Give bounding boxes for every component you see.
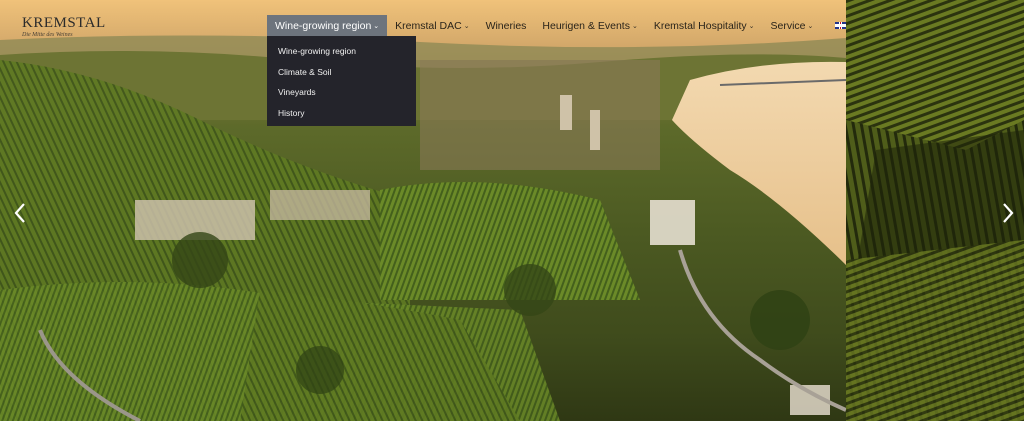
nav-item-label: Kremstal DAC	[395, 19, 462, 32]
nav-item-label: Wine-growing region	[275, 19, 372, 32]
dropdown-item-vineyards[interactable]: Vineyards	[267, 82, 416, 103]
chevron-down-icon: ⌄	[373, 22, 380, 30]
uk-flag-icon[interactable]	[835, 22, 847, 29]
nav-item-kremstal-dac[interactable]: Kremstal DAC ⌄	[387, 15, 477, 36]
nav-item-wine-growing-region[interactable]: Wine-growing region ⌄	[267, 15, 388, 36]
chevron-right-icon	[1003, 203, 1014, 223]
hero-landscape-illustration	[0, 0, 846, 421]
dropdown-item-wine-growing-region[interactable]: Wine-growing region	[267, 41, 416, 62]
nav-item-label: Kremstal Hospitality	[653, 19, 747, 32]
nav-dropdown-menu: Wine-growing region Climate & Soil Viney…	[267, 36, 416, 126]
dropdown-item-climate-soil[interactable]: Climate & Soil	[267, 62, 416, 83]
brand-tagline: Die Mitte des Weines	[22, 32, 73, 38]
slider-prev-button[interactable]	[8, 198, 32, 228]
main-nav: Wine-growing region ⌄ Kremstal DAC ⌄ Win…	[267, 15, 847, 36]
hero-image	[0, 0, 846, 421]
nav-item-label: Heurigen & Events	[542, 19, 630, 32]
nav-item-kremstal-hospitality[interactable]: Kremstal Hospitality ⌄	[646, 15, 763, 36]
chevron-down-icon: ⌄	[631, 22, 638, 30]
chevron-down-icon: ⌄	[807, 22, 814, 30]
nav-item-wineries[interactable]: Wineries	[478, 15, 535, 36]
slider-next-button[interactable]	[996, 198, 1020, 228]
nav-item-heurigen-events[interactable]: Heurigen & Events ⌄	[534, 15, 645, 36]
nav-item-service[interactable]: Service ⌄	[763, 15, 822, 36]
chevron-down-icon: ⌄	[748, 22, 755, 30]
nav-item-label: Service	[770, 19, 806, 32]
brand-name: KREMSTAL	[22, 15, 106, 31]
brand-logo[interactable]: KREMSTAL Die Mitte des Weines	[22, 15, 106, 39]
nav-item-label: Wineries	[485, 19, 527, 32]
chevron-down-icon: ⌄	[463, 22, 470, 30]
dropdown-item-history[interactable]: History	[267, 103, 416, 124]
chevron-left-icon	[14, 203, 25, 223]
